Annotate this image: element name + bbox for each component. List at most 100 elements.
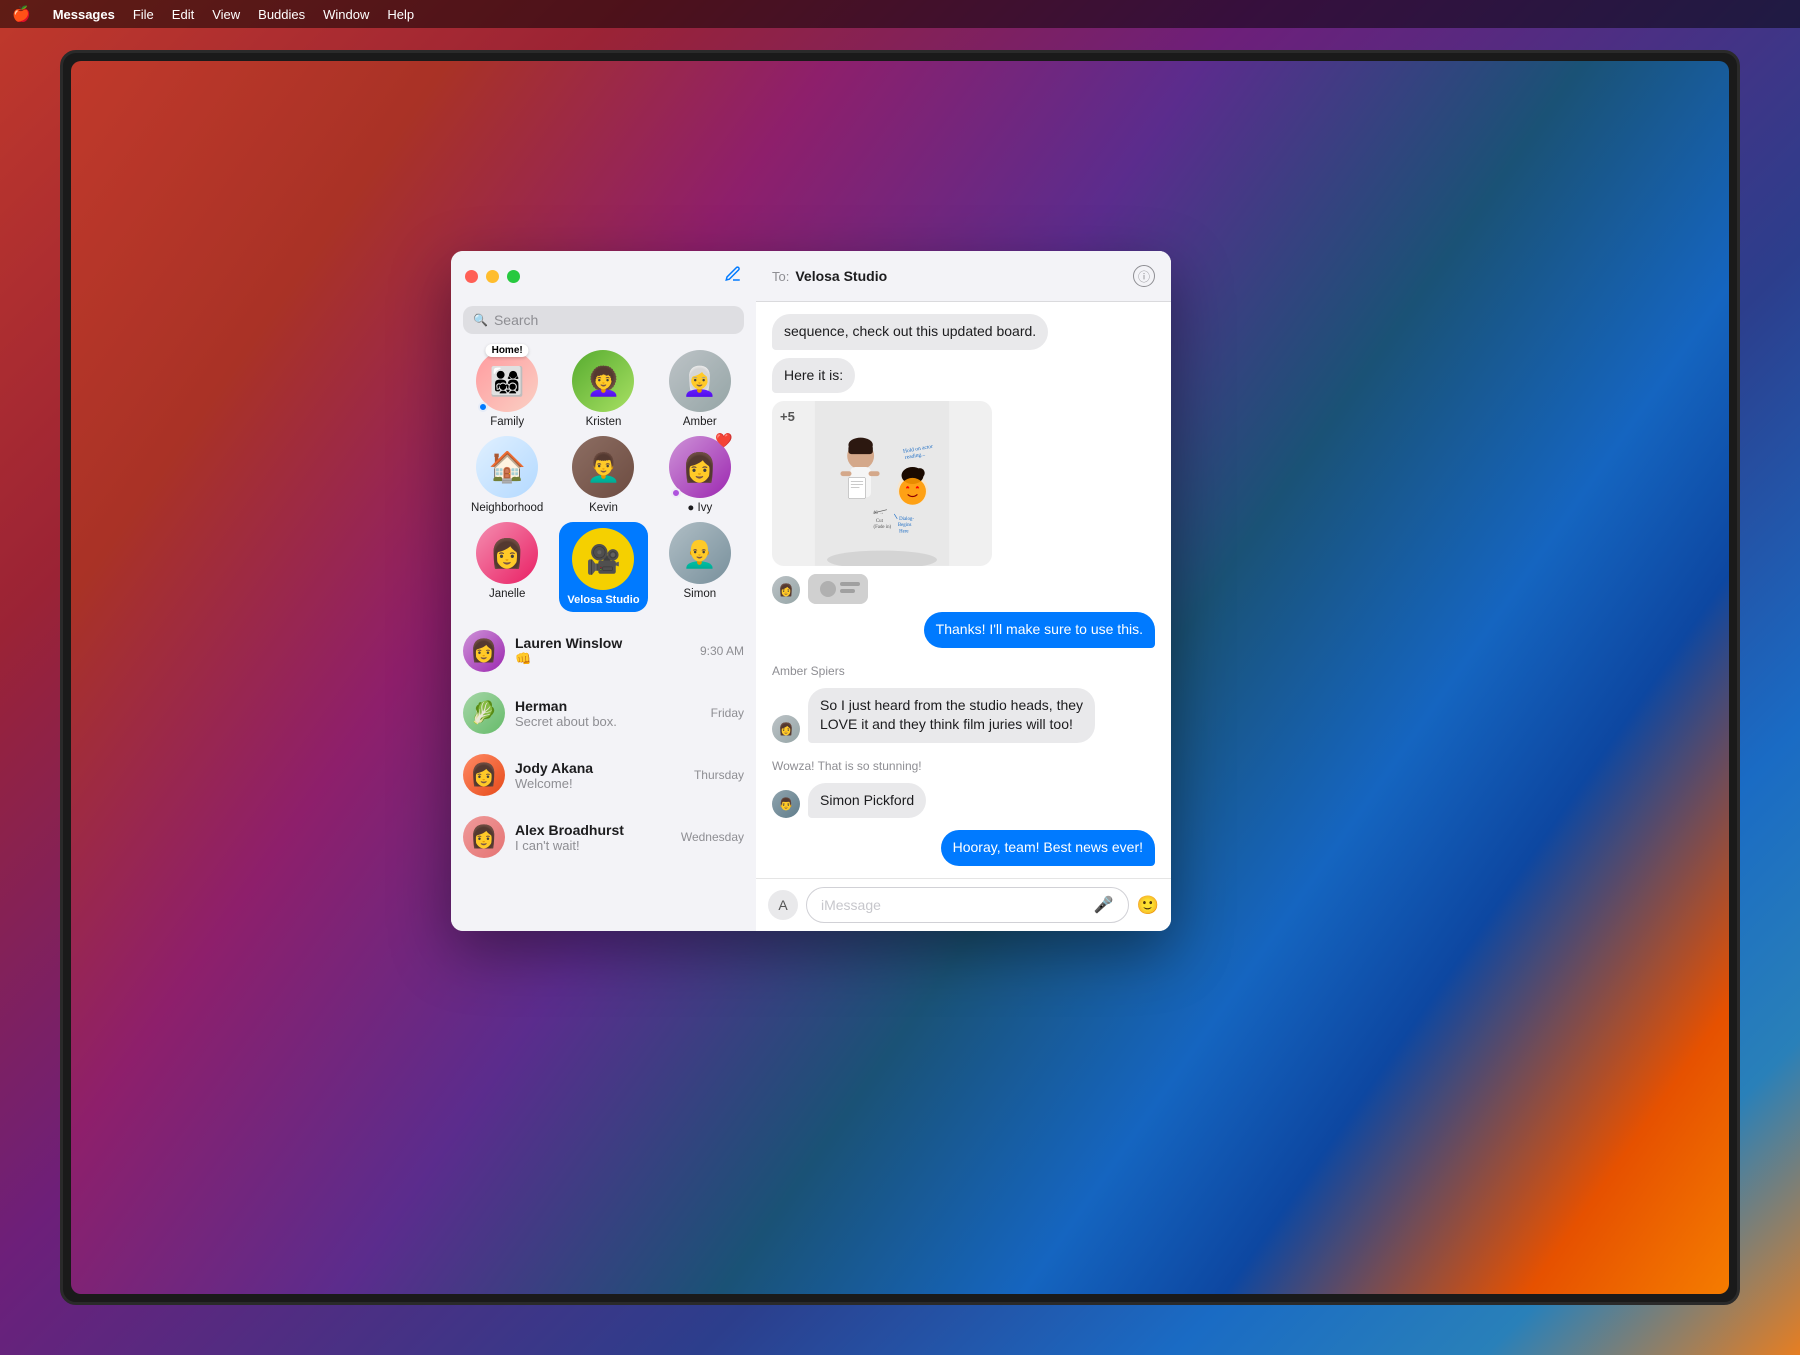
jody-conv-name: Jody Akana xyxy=(515,760,684,776)
screen: 🔍 Search 👨‍👩‍👧‍👦 Home! Family xyxy=(71,61,1729,1294)
alex-conv-info: Alex Broadhurst I can't wait! xyxy=(515,822,671,853)
conv-item-lauren[interactable]: 👩 Lauren Winslow 👊 9:30 AM xyxy=(451,620,756,682)
to-label: To: xyxy=(772,269,789,284)
close-button[interactable] xyxy=(465,270,478,283)
audio-icon: 🎤 xyxy=(1094,895,1114,915)
janelle-label: Janelle xyxy=(489,588,525,600)
pinned-item-simon[interactable]: 👨‍🦲 Simon xyxy=(656,522,744,612)
imessage-input-container[interactable]: iMessage 🎤 xyxy=(806,887,1129,923)
info-button[interactable]: ⓘ xyxy=(1133,265,1155,287)
imessage-placeholder: iMessage xyxy=(821,897,881,913)
search-icon: 🔍 xyxy=(473,313,488,327)
simon-label: Simon xyxy=(684,588,717,600)
pinned-item-neighborhood[interactable]: 🏠 Neighborhood xyxy=(463,436,551,514)
jody-conv-time: Thursday xyxy=(694,768,744,782)
herman-conv-info: Herman Secret about box. xyxy=(515,698,701,729)
storyboard-avatar-row: 👩 xyxy=(772,574,1155,604)
menu-edit[interactable]: Edit xyxy=(172,7,194,22)
jody-conv-avatar: 👩 xyxy=(463,754,505,796)
herman-conv-preview: Secret about box. xyxy=(515,714,701,729)
chat-panel: To: Velosa Studio ⓘ sequence, check out … xyxy=(756,251,1171,931)
message-bubble-1: sequence, check out this updated board. xyxy=(772,314,1048,350)
velosa-label: Velosa Studio xyxy=(567,594,639,606)
chat-input-bar: A iMessage 🎤 🙂 xyxy=(756,878,1171,931)
kristen-label: Kristen xyxy=(586,416,622,428)
storyboard-plus-count: +5 xyxy=(780,409,795,424)
amber-label: Amber xyxy=(683,416,717,428)
message-bubble-6: Hooray, team! Best news ever! xyxy=(941,830,1155,866)
messages-window: 🔍 Search 👨‍👩‍👧‍👦 Home! Family xyxy=(451,251,1171,931)
menu-window[interactable]: Window xyxy=(323,7,369,22)
pinned-item-amber[interactable]: 👩‍🦳 Amber xyxy=(656,350,744,428)
sender-simon-label: Wowza! That is so stunning! xyxy=(772,759,1155,773)
conv-item-alex[interactable]: 👩 Alex Broadhurst I can't wait! Wednesda… xyxy=(451,806,756,868)
conv-item-herman[interactable]: 🥬 Herman Secret about box. Friday xyxy=(451,682,756,744)
lauren-conv-avatar: 👩 xyxy=(463,630,505,672)
message-bubble-4: So I just heard from the studio heads, t… xyxy=(808,688,1095,743)
maximize-button[interactable] xyxy=(507,270,520,283)
ivy-heart-badge: ❤️ xyxy=(715,432,732,449)
pinned-item-kristen[interactable]: 👩‍🦱 Kristen xyxy=(559,350,647,428)
velosa-avatar: 🎥 xyxy=(572,528,634,590)
laptop-frame: 🔍 Search 👨‍👩‍👧‍👦 Home! Family xyxy=(60,50,1740,1305)
menu-messages[interactable]: Messages xyxy=(53,7,115,22)
menu-bar: 🍎 Messages File Edit View Buddies Window… xyxy=(0,0,1800,28)
storyboard-sender-avatar: 👩 xyxy=(772,576,800,604)
menu-file[interactable]: File xyxy=(133,7,154,22)
lauren-conv-info: Lauren Winslow 👊 xyxy=(515,635,690,667)
jody-conv-info: Jody Akana Welcome! xyxy=(515,760,684,791)
pinned-item-ivy[interactable]: 👩 ❤️ ● Ivy xyxy=(656,436,744,514)
window-controls xyxy=(451,251,756,298)
minimize-button[interactable] xyxy=(486,270,499,283)
compose-icon[interactable] xyxy=(724,265,742,288)
message-bubble-5: Simon Pickford xyxy=(808,783,926,819)
amber-message-row: 👩 So I just heard from the studio heads,… xyxy=(772,688,1155,743)
neighborhood-label: Neighborhood xyxy=(471,502,543,514)
family-badge: Home! xyxy=(486,344,529,357)
pinned-item-family[interactable]: 👨‍👩‍👧‍👦 Home! Family xyxy=(463,350,551,428)
alex-conv-preview: I can't wait! xyxy=(515,838,671,853)
message-bubble-2: Here it is: xyxy=(772,358,855,394)
sender-amber-label: Amber Spiers xyxy=(772,664,1155,678)
search-bar[interactable]: 🔍 Search xyxy=(463,306,744,334)
alex-conv-name: Alex Broadhurst xyxy=(515,822,671,838)
herman-conv-name: Herman xyxy=(515,698,701,714)
herman-conv-avatar: 🥬 xyxy=(463,692,505,734)
conversations-panel: 🔍 Search 👨‍👩‍👧‍👦 Home! Family xyxy=(451,251,756,931)
alex-conv-time: Wednesday xyxy=(681,830,744,844)
pinned-item-velosa[interactable]: 🎥 Velosa Studio xyxy=(559,522,647,612)
svg-text:Begins: Begins xyxy=(898,523,912,528)
neighborhood-avatar: 🏠 xyxy=(476,436,538,498)
family-dot xyxy=(478,402,488,412)
kristen-avatar: 👩‍🦱 xyxy=(572,350,634,412)
menu-help[interactable]: Help xyxy=(387,7,414,22)
storyboard-image: Hold on actor reading... 46 → Cut (Fade … xyxy=(772,401,992,566)
message-bubble-3: Thanks! I'll make sure to use this. xyxy=(924,612,1155,648)
pinned-item-janelle[interactable]: 👩 Janelle xyxy=(463,522,551,612)
kevin-avatar: 👨‍🦱 xyxy=(572,436,634,498)
menu-buddies[interactable]: Buddies xyxy=(258,7,305,22)
simon-message-row: 👨 Simon Pickford xyxy=(772,783,1155,819)
svg-text:Here: Here xyxy=(899,529,908,534)
app-store-button[interactable]: A xyxy=(768,890,798,920)
kevin-label: Kevin xyxy=(589,502,618,514)
apple-menu[interactable]: 🍎 xyxy=(12,5,31,23)
pinned-item-kevin[interactable]: 👨‍🦱 Kevin xyxy=(559,436,647,514)
herman-conv-time: Friday xyxy=(711,706,744,720)
amber-avatar: 👩‍🦳 xyxy=(669,350,731,412)
conv-item-jody[interactable]: 👩 Jody Akana Welcome! Thursday xyxy=(451,744,756,806)
family-label: Family xyxy=(490,416,524,428)
svg-text:Dialog-: Dialog- xyxy=(899,517,914,522)
lauren-conv-preview: 👊 xyxy=(515,651,690,667)
simon-msg-avatar: 👨 xyxy=(772,790,800,818)
pinned-contacts-grid: 👨‍👩‍👧‍👦 Home! Family 👩‍🦱 Kristen xyxy=(451,342,756,620)
emoji-button[interactable]: 🙂 xyxy=(1137,895,1159,916)
janelle-avatar: 👩 xyxy=(476,522,538,584)
lauren-conv-time: 9:30 AM xyxy=(700,644,744,658)
svg-text:(Fade in): (Fade in) xyxy=(873,525,891,530)
jody-conv-preview: Welcome! xyxy=(515,776,684,791)
chat-messages-area: sequence, check out this updated board. … xyxy=(756,302,1171,878)
menu-view[interactable]: View xyxy=(212,7,240,22)
chat-header: To: Velosa Studio ⓘ xyxy=(756,251,1171,302)
ivy-label: ● Ivy xyxy=(687,502,712,514)
